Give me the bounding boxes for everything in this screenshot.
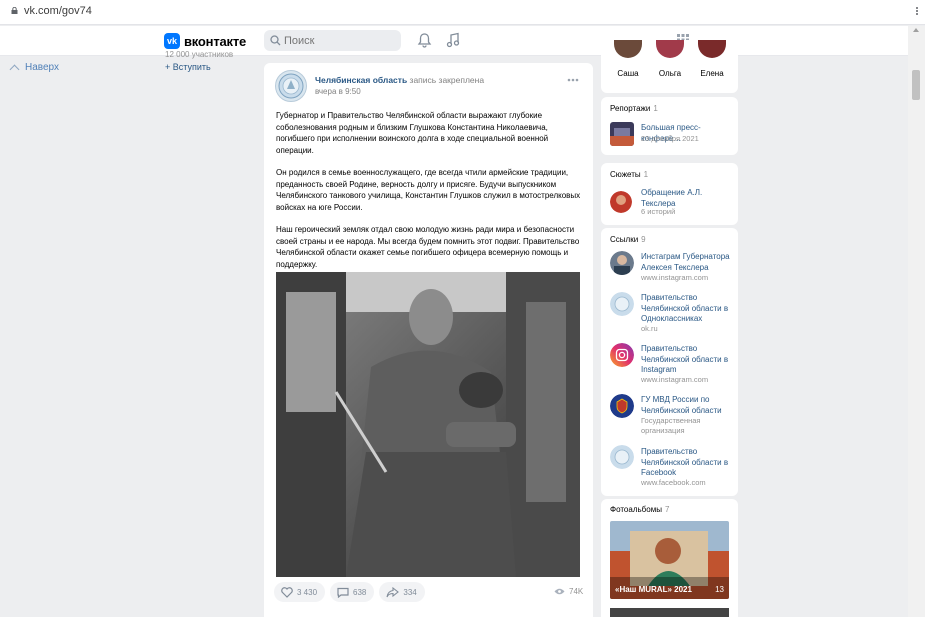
pinned-post: Челябинская область запись закреплена вч… xyxy=(264,63,593,617)
views-counter: 74K xyxy=(554,587,583,596)
vk-logo-badge: vk xyxy=(164,33,180,49)
link-title[interactable]: Инстаграм Губернатора Алексея Текслера xyxy=(641,252,738,273)
album-cover[interactable]: «Наш MURAL» 2021 13 xyxy=(610,521,729,599)
post-paragraph: Губернатор и Правительство Челябинской о… xyxy=(276,111,549,155)
friend-avatar xyxy=(656,40,684,58)
link-url: www.instagram.com xyxy=(641,273,709,282)
vk-logo-text: вконтакте xyxy=(184,33,247,49)
friend-item[interactable]: Ольга xyxy=(653,40,687,78)
post-photo[interactable] xyxy=(276,272,580,577)
stories-count: 1 xyxy=(643,170,649,179)
lock-icon xyxy=(11,7,18,14)
more-icon[interactable] xyxy=(913,7,921,15)
albums-count: 7 xyxy=(664,505,670,514)
albums-title: Фотоальбомы xyxy=(610,505,662,514)
share-count: 334 xyxy=(403,587,417,597)
vk-header: vk вконтакте xyxy=(0,26,908,56)
story-avatar[interactable] xyxy=(610,191,632,213)
link-title[interactable]: Правительство Челябинской области в Inst… xyxy=(641,344,738,376)
eye-icon xyxy=(554,588,565,595)
link-avatar[interactable] xyxy=(610,292,634,316)
links-title: Ссылки xyxy=(610,235,639,244)
story-title[interactable]: Обращение А.Л. Текслера xyxy=(641,188,738,209)
link-url: ok.ru xyxy=(641,324,658,333)
link-url: www.instagram.com xyxy=(641,375,709,384)
police-emblem-icon[interactable] xyxy=(610,394,634,418)
chevron-up-icon xyxy=(9,64,20,74)
reports-header[interactable]: Репортажи 1 xyxy=(610,104,658,113)
reports-block: Репортажи 1 Большая пресс-конфере… 23 дек… xyxy=(601,97,738,155)
links-header[interactable]: Ссылки 9 xyxy=(610,235,646,244)
friend-avatar xyxy=(614,40,642,58)
post-paragraph: Он родился в семье военнослужащего, где … xyxy=(276,168,581,212)
friends-block: Саша Ольга Елена xyxy=(601,40,738,93)
friend-item[interactable]: Елена xyxy=(695,40,729,78)
friend-name: Саша xyxy=(617,69,639,78)
friend-item[interactable]: Саша xyxy=(611,40,645,78)
music-icon[interactable] xyxy=(446,32,460,48)
search-icon xyxy=(270,35,281,46)
album-cover-next[interactable] xyxy=(610,608,729,617)
albums-block: Фотоальбомы 7 «Наш MURAL» 2021 13 xyxy=(601,499,738,617)
link-url: www.facebook.com xyxy=(641,478,706,487)
post-actions: 3 430 638 334 xyxy=(274,582,430,604)
post-author[interactable]: Челябинская область xyxy=(315,75,407,85)
albums-header[interactable]: Фотоальбомы 7 xyxy=(610,505,669,514)
join-group-link[interactable]: + Вступить xyxy=(165,62,211,72)
friend-avatar xyxy=(698,40,726,58)
link-avatar[interactable] xyxy=(610,445,634,469)
comment-button[interactable]: 638 xyxy=(330,582,375,602)
scroll-to-top-label: Наверх xyxy=(25,62,59,73)
like-count: 3 430 xyxy=(297,587,318,597)
share-button[interactable]: 334 xyxy=(379,582,425,602)
links-count: 9 xyxy=(641,235,646,244)
link-title[interactable]: ГУ МВД России по Челябинской области xyxy=(641,395,738,416)
soldier-photo xyxy=(276,272,580,577)
page-scrollbar[interactable] xyxy=(908,26,925,617)
link-sub: Государственная организация xyxy=(641,416,701,435)
link-title[interactable]: Правительство Челябинской области в Face… xyxy=(641,447,738,479)
album-label: «Наш MURAL» 2021 xyxy=(615,585,692,594)
friend-name: Елена xyxy=(700,69,724,78)
post-menu-icon[interactable] xyxy=(567,78,579,82)
search-box[interactable] xyxy=(264,30,401,51)
community-avatar[interactable] xyxy=(275,70,307,102)
heart-icon xyxy=(281,586,293,598)
stories-block: Сюжеты 1 Обращение А.Л. Текслера 6 истори… xyxy=(601,163,738,225)
stories-header[interactable]: Сюжеты 1 xyxy=(610,170,648,179)
comment-count: 638 xyxy=(353,587,367,597)
links-block: Ссылки 9 Инстаграм Губернатора Алексея Те… xyxy=(601,228,738,496)
album-photo-count: 13 xyxy=(715,585,724,594)
post-text: Губернатор и Правительство Челябинской о… xyxy=(276,110,582,281)
post-pinned-note: запись закреплена xyxy=(409,75,485,85)
comment-icon xyxy=(337,587,349,598)
stories-title: Сюжеты xyxy=(610,170,641,179)
post-paragraph: Наш героический земляк отдал свою молоду… xyxy=(276,225,580,269)
friend-name: Ольга xyxy=(658,69,682,78)
scroll-up-arrow-icon[interactable] xyxy=(913,28,919,32)
browser-address-bar: vk.com/gov74 xyxy=(0,0,925,25)
report-date: 23 декабря 2021 xyxy=(641,134,699,143)
reports-title: Репортажи xyxy=(610,104,651,113)
like-button[interactable]: 3 430 xyxy=(274,582,326,602)
post-author-line: Челябинская область запись закреплена xyxy=(315,75,484,85)
group-members-count: 12 000 участников xyxy=(165,50,234,59)
post-time[interactable]: вчера в 9:50 xyxy=(315,87,361,96)
instagram-icon[interactable] xyxy=(610,343,634,367)
crest-icon xyxy=(278,73,304,99)
scrollbar-thumb[interactable] xyxy=(912,70,920,100)
story-sub: 6 историй xyxy=(641,207,676,216)
vk-logo[interactable]: vk вконтакте xyxy=(164,33,246,49)
link-avatar[interactable] xyxy=(610,251,634,275)
scroll-to-top-link[interactable]: Наверх xyxy=(9,62,59,74)
share-icon xyxy=(386,586,400,597)
reports-count: 1 xyxy=(653,104,658,113)
report-thumbnail[interactable] xyxy=(610,122,634,146)
browser-url[interactable]: vk.com/gov74 xyxy=(24,5,92,17)
bell-icon[interactable] xyxy=(417,32,432,48)
search-input[interactable] xyxy=(284,33,394,48)
views-count: 74K xyxy=(569,587,584,596)
link-title[interactable]: Правительство Челябинской области в Одно… xyxy=(641,293,738,325)
